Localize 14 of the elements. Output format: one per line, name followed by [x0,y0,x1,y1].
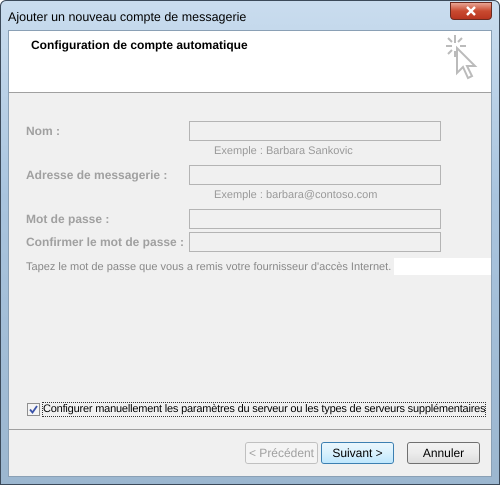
page-title: Configuration de compte automatique [31,38,248,52]
dialog-button[interactable]: Suivant > [321,442,394,464]
field-label: Mot de passe : [26,212,110,226]
field-label: Adresse de messagerie : [26,168,168,182]
window-title: Ajouter un nouveau compte de messagerie [8,10,246,24]
example-hint: Exemple : Barbara Sankovic [214,145,354,159]
checkbox[interactable] [27,403,40,416]
close-button[interactable] [450,2,492,20]
field-label: Nom : [26,124,61,138]
dialog-button[interactable]: Annuler [407,442,480,464]
example-hint: Exemple : barbara@contoso.com [214,189,378,203]
field-label: Confirmer le mot de passe : [26,235,186,249]
password-hint: Tapez le mot de passe que vous a remis votre fournisseur d'accès Internet. [26,260,392,272]
close-icon [465,6,477,16]
